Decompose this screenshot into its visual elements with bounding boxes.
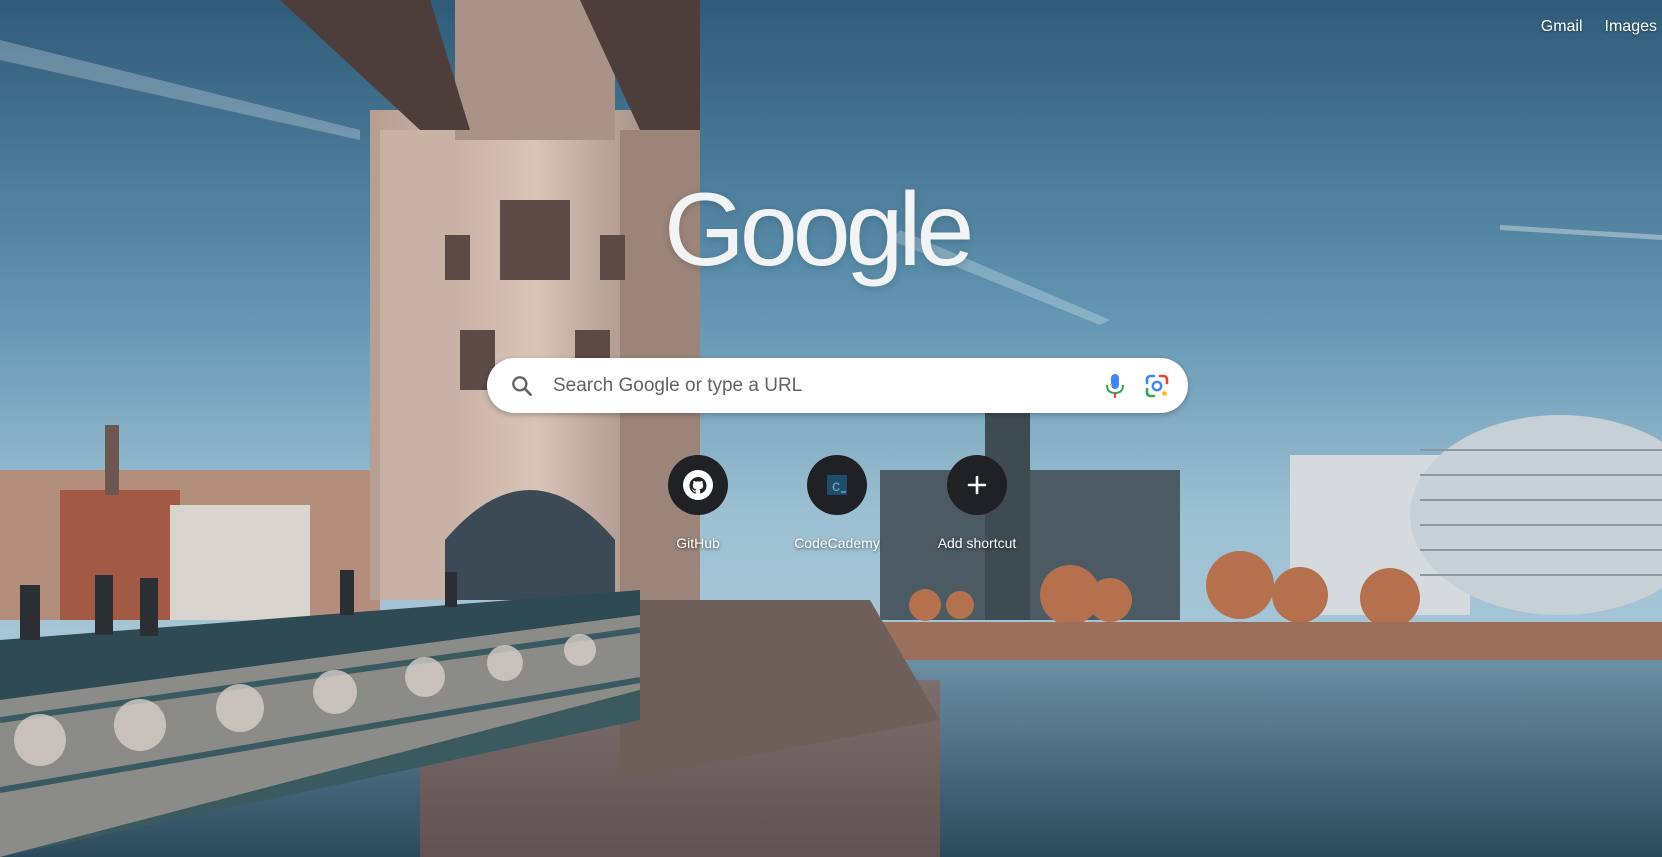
github-icon [683,470,713,500]
add-shortcut-button[interactable]: Add shortcut [921,455,1033,551]
github-shortcut-tile[interactable] [668,455,728,515]
search-icon [509,373,535,399]
codecademy-icon: c [827,475,847,495]
add-shortcut-tile[interactable] [947,455,1007,515]
shortcut-github[interactable]: GitHub [642,455,754,551]
google-logo: Google [664,172,974,288]
plus-icon [967,475,987,495]
search-box[interactable] [487,358,1188,413]
google-lens-icon[interactable] [1142,371,1172,401]
svg-text:c: c [832,478,840,495]
background-photo [0,0,1662,857]
tower-bridge-illustration [0,0,1662,857]
shortcut-label: CodeCademy [794,535,880,551]
search-input[interactable] [551,373,1088,398]
shortcut-codecademy[interactable]: c CodeCademy [781,455,893,551]
codecademy-shortcut-tile[interactable]: c [807,455,867,515]
shortcut-label: GitHub [676,535,720,551]
gmail-link[interactable]: Gmail [1541,18,1583,36]
top-right-links: Gmail Images [1541,18,1657,36]
shortcut-label: Add shortcut [937,535,1017,551]
images-link[interactable]: Images [1605,18,1657,36]
microphone-icon[interactable] [1100,371,1130,401]
